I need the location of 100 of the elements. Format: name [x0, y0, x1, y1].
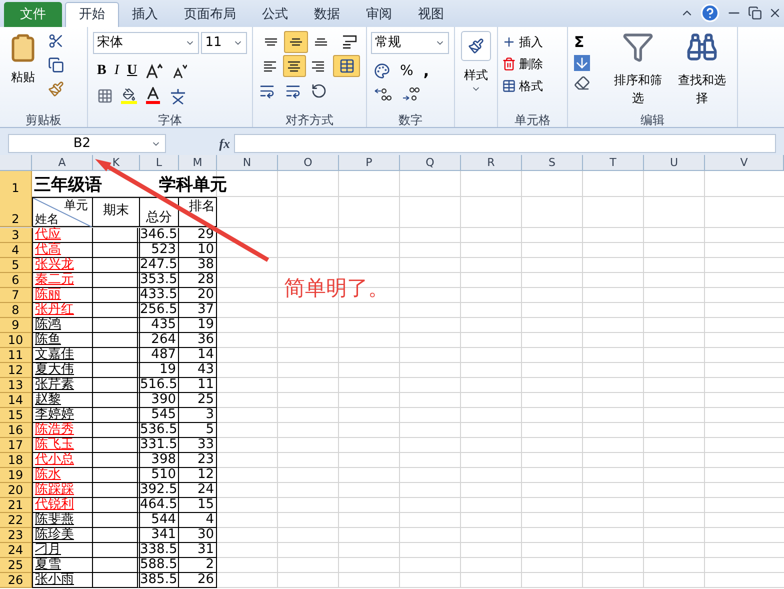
- column-header[interactable]: T: [583, 155, 644, 170]
- header-cell[interactable]: 期末: [93, 197, 140, 227]
- column-header[interactable]: V: [705, 155, 784, 170]
- number-format-field[interactable]: 常规: [371, 32, 449, 54]
- column-header[interactable]: M: [179, 155, 217, 170]
- rank-cell[interactable]: 15: [197, 497, 214, 512]
- empty-cell[interactable]: [93, 318, 140, 333]
- total-cell[interactable]: 588.5: [140, 557, 178, 572]
- empty-cell[interactable]: [93, 483, 140, 498]
- total-cell[interactable]: 435: [151, 317, 176, 332]
- format-painter-icon[interactable]: [48, 81, 64, 97]
- wrap-text-icon[interactable]: [342, 35, 358, 49]
- total-cell[interactable]: 464.5: [140, 497, 178, 512]
- paste-button[interactable]: 粘贴: [4, 31, 42, 113]
- column-header[interactable]: N: [217, 155, 278, 170]
- empty-cell[interactable]: [93, 333, 140, 348]
- autosum-button[interactable]: Σ: [574, 31, 603, 51]
- total-cell[interactable]: 390: [151, 392, 176, 407]
- column-header[interactable]: R: [461, 155, 522, 170]
- row-header[interactable]: 13: [0, 378, 32, 393]
- underline-button[interactable]: U: [127, 60, 138, 81]
- total-cell[interactable]: 536.5: [140, 422, 178, 437]
- ribbon-tab[interactable]: 插入: [119, 2, 171, 27]
- row-header[interactable]: 9: [0, 318, 32, 333]
- rank-cell[interactable]: 4: [206, 512, 214, 527]
- font-size-field[interactable]: 11: [201, 32, 247, 54]
- file-tab[interactable]: 文件: [4, 2, 62, 27]
- bold-button[interactable]: B: [97, 60, 106, 81]
- row-header[interactable]: 10: [0, 333, 32, 348]
- cells-menu-button[interactable]: 格式: [502, 75, 563, 97]
- rank-cell[interactable]: 12: [197, 467, 214, 482]
- total-cell[interactable]: 433.5: [140, 287, 178, 302]
- close-icon[interactable]: [768, 6, 782, 20]
- empty-cell[interactable]: [93, 378, 140, 393]
- row-header[interactable]: 14: [0, 393, 32, 408]
- find-select-button[interactable]: 查找和选择: [673, 31, 731, 107]
- row-header[interactable]: 7: [0, 288, 32, 303]
- rank-cell[interactable]: 20: [197, 287, 214, 302]
- shrink-font-icon[interactable]: [171, 62, 188, 78]
- increase-decimal-icon[interactable]: [374, 86, 392, 100]
- copy-icon[interactable]: [48, 57, 64, 73]
- total-cell[interactable]: 392.5: [140, 482, 178, 497]
- cut-icon[interactable]: [48, 33, 64, 49]
- row-header[interactable]: 25: [0, 558, 32, 573]
- empty-cell[interactable]: [93, 363, 140, 378]
- font-color-icon[interactable]: [145, 87, 161, 105]
- total-cell[interactable]: 256.5: [140, 302, 178, 317]
- rank-cell[interactable]: 29: [197, 227, 214, 242]
- row-header[interactable]: 16: [0, 423, 32, 438]
- ribbon-tab[interactable]: 开始: [65, 2, 119, 27]
- rank-cell[interactable]: 38: [197, 257, 214, 272]
- total-cell[interactable]: 331.5: [140, 437, 178, 452]
- row-header[interactable]: 18: [0, 453, 32, 468]
- row-header[interactable]: 22: [0, 513, 32, 528]
- total-cell[interactable]: 19: [159, 362, 176, 377]
- row-header[interactable]: 11: [0, 348, 32, 363]
- rank-cell[interactable]: 43: [197, 362, 214, 377]
- cells-menu-button[interactable]: 插入: [502, 31, 563, 53]
- row-header[interactable]: 21: [0, 498, 32, 513]
- column-header[interactable]: U: [644, 155, 705, 170]
- rank-cell[interactable]: 33: [197, 437, 214, 452]
- column-header[interactable]: O: [278, 155, 339, 170]
- sort-filter-button[interactable]: 排序和筛选: [609, 31, 667, 107]
- column-header[interactable]: S: [522, 155, 583, 170]
- empty-cell[interactable]: [93, 468, 140, 483]
- rank-cell[interactable]: 26: [197, 572, 214, 587]
- rank-cell[interactable]: 3: [206, 407, 214, 422]
- ribbon-tab[interactable]: 视图: [405, 2, 457, 27]
- diagonal-header-cell[interactable]: 单元 姓名: [32, 197, 93, 227]
- row-header[interactable]: 6: [0, 273, 32, 288]
- ribbon-tab[interactable]: 审阅: [353, 2, 405, 27]
- total-cell[interactable]: 523: [151, 242, 176, 257]
- rank-cell[interactable]: 31: [197, 542, 214, 557]
- percent-button[interactable]: %: [400, 60, 414, 82]
- fx-button[interactable]: fx: [170, 134, 230, 154]
- decrease-decimal-icon[interactable]: [402, 86, 420, 100]
- row-header[interactable]: 1: [0, 171, 32, 198]
- empty-cell[interactable]: [93, 348, 140, 363]
- empty-cell[interactable]: [93, 228, 140, 243]
- rank-cell[interactable]: 36: [197, 332, 214, 347]
- empty-cell[interactable]: [93, 528, 140, 543]
- cells-menu-button[interactable]: 删除: [502, 53, 563, 75]
- empty-cell[interactable]: [93, 258, 140, 273]
- rank-cell[interactable]: 25: [197, 392, 214, 407]
- empty-cell[interactable]: [93, 573, 140, 588]
- total-cell[interactable]: 353.5: [140, 272, 178, 287]
- row-header[interactable]: 2: [0, 197, 32, 227]
- row-header[interactable]: 3: [0, 228, 32, 243]
- ribbon-tab[interactable]: 数据: [301, 2, 353, 27]
- rank-cell[interactable]: 30: [197, 527, 214, 542]
- empty-cell[interactable]: [93, 243, 140, 258]
- column-header[interactable]: P: [339, 155, 400, 170]
- row-header[interactable]: 20: [0, 483, 32, 498]
- rank-cell[interactable]: 11: [197, 377, 214, 392]
- empty-cell[interactable]: [93, 513, 140, 528]
- rank-cell[interactable]: 14: [197, 347, 214, 362]
- total-cell[interactable]: 545: [151, 407, 176, 422]
- total-cell[interactable]: 247.5: [140, 257, 178, 272]
- total-cell[interactable]: 338.5: [140, 542, 178, 557]
- total-cell[interactable]: 264: [151, 332, 176, 347]
